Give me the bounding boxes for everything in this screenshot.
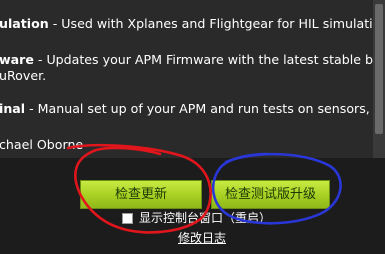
feature-desc-continuation: uRover. [0, 68, 47, 83]
scrollbar-thumb[interactable] [375, 4, 383, 134]
feature-terminal: inal - Manual set up of your APM and run… [0, 101, 385, 117]
feature-desc: - Used with Xplanes and Flightgear for H… [48, 16, 385, 31]
check-beta-update-button[interactable]: 检查测试版升级 [211, 180, 330, 209]
updater-window: ulation - Used with Xplanes and Flightge… [0, 0, 385, 254]
vertical-scrollbar[interactable] [373, 0, 385, 158]
feature-firmware: ware - Updates your APM Firmware with th… [0, 52, 385, 68]
feature-list: ulation - Used with Xplanes and Flightge… [0, 0, 385, 158]
show-console-checkbox[interactable] [122, 213, 133, 224]
check-update-button[interactable]: 检查更新 [80, 180, 202, 209]
feature-simulation: ulation - Used with Xplanes and Flightge… [0, 16, 385, 32]
feature-desc: - Updates your APM Firmware with the lat… [33, 52, 385, 67]
show-console-label: 显示控制台窗口（重启） [139, 211, 272, 225]
feature-name: ulation [0, 16, 49, 31]
changelog-link[interactable]: 修改日志 [178, 231, 226, 246]
feature-name: inal [0, 101, 26, 116]
credits-text: chael Oborne [0, 137, 84, 152]
feature-name: ware [0, 52, 34, 67]
feature-desc: - Manual set up of your APM and run test… [25, 101, 385, 116]
